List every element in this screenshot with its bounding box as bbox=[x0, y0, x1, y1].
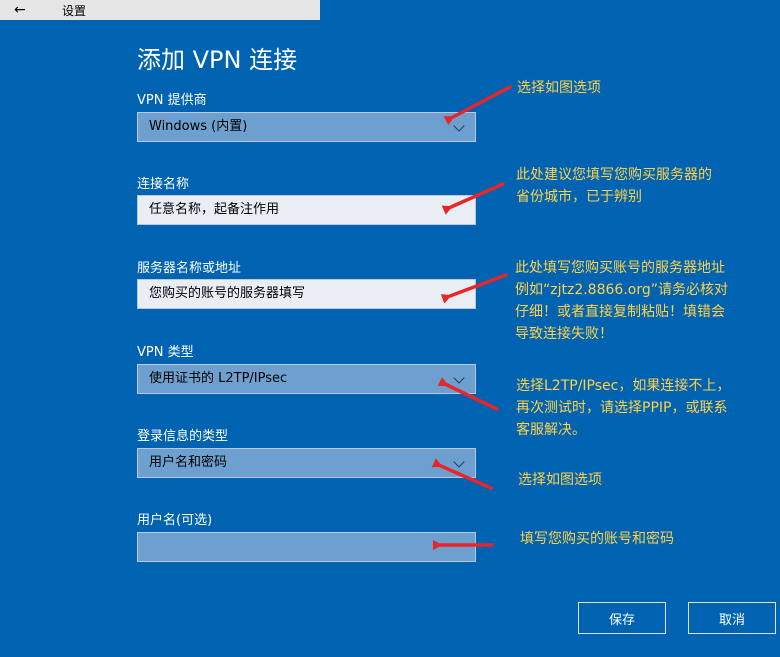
annotation-line: 再次测试时，请选择PPIP，或联系 bbox=[516, 400, 728, 416]
window-title: 设置 bbox=[62, 4, 87, 18]
server-address-label: 服务器名称或地址 bbox=[137, 261, 242, 276]
chevron-down-icon bbox=[453, 372, 465, 384]
save-button[interactable]: 保存 bbox=[578, 602, 666, 634]
dialog-title: 添加 VPN 连接 bbox=[137, 46, 298, 74]
annotation-2: 此处建议您填写您购买服务器的 省份城市，已于辨别 bbox=[516, 164, 712, 208]
username-input[interactable] bbox=[137, 532, 476, 562]
vpn-type-value: 使用证书的 L2TP/IPsec bbox=[149, 371, 288, 386]
annotation-line: 此处填写您购买账号的服务器地址 bbox=[515, 260, 725, 276]
annotation-line: 此处建议您填写您购买服务器的 bbox=[516, 167, 712, 183]
signin-type-select[interactable]: 用户名和密码 bbox=[137, 448, 476, 478]
connection-name-label: 连接名称 bbox=[137, 177, 190, 192]
annotation-line: 选择如图选项 bbox=[517, 80, 601, 96]
annotation-line: 客服解决。 bbox=[516, 422, 586, 438]
annotation-line: 填写您购买的账号和密码 bbox=[520, 531, 674, 547]
back-arrow-icon[interactable]: ← bbox=[14, 1, 26, 19]
annotation-line: 选择如图选项 bbox=[518, 472, 602, 488]
annotation-line: 例如“zjtz2.8866.org”请务必核对 bbox=[515, 282, 728, 298]
signin-type-label: 登录信息的类型 bbox=[137, 429, 229, 444]
cancel-button[interactable]: 取消 bbox=[688, 602, 776, 634]
annotation-line: 省份城市，已于辨别 bbox=[516, 189, 642, 205]
annotation-1: 选择如图选项 bbox=[517, 77, 601, 99]
vpn-type-select[interactable]: 使用证书的 L2TP/IPsec bbox=[137, 364, 476, 394]
server-address-input[interactable]: 您购买的账号的服务器填写 bbox=[137, 279, 476, 309]
annotation-5: 选择如图选项 bbox=[518, 469, 602, 491]
annotation-line: 仔细！或者直接复制粘贴！填错会 bbox=[515, 304, 725, 320]
chevron-down-icon bbox=[453, 456, 465, 468]
server-address-value: 您购买的账号的服务器填写 bbox=[149, 286, 306, 301]
annotation-4: 选择L2TP/IPsec，如果连接不上， 再次测试时，请选择PPIP，或联系 客… bbox=[516, 375, 730, 441]
annotation-6: 填写您购买的账号和密码 bbox=[520, 528, 674, 550]
annotation-line: 选择L2TP/IPsec，如果连接不上， bbox=[516, 378, 731, 394]
vpn-provider-label: VPN 提供商 bbox=[137, 93, 207, 108]
annotation-3: 此处填写您购买账号的服务器地址 例如“zjtz2.8866.org”请务必核对 … bbox=[515, 257, 728, 345]
connection-name-input[interactable]: 任意名称，起备注作用 bbox=[137, 195, 476, 225]
annotation-line: 导致连接失败！ bbox=[515, 326, 613, 342]
settings-titlebar: ← 设置 bbox=[0, 0, 320, 20]
signin-type-value: 用户名和密码 bbox=[149, 455, 228, 470]
connection-name-value: 任意名称，起备注作用 bbox=[149, 202, 280, 217]
vpn-provider-select[interactable]: Windows (内置) bbox=[137, 112, 476, 142]
username-label: 用户名(可选) bbox=[137, 513, 213, 528]
vpn-provider-value: Windows (内置) bbox=[149, 119, 248, 134]
vpn-type-label: VPN 类型 bbox=[137, 345, 194, 360]
chevron-down-icon bbox=[453, 120, 465, 132]
titlebar-extension bbox=[320, 0, 780, 20]
